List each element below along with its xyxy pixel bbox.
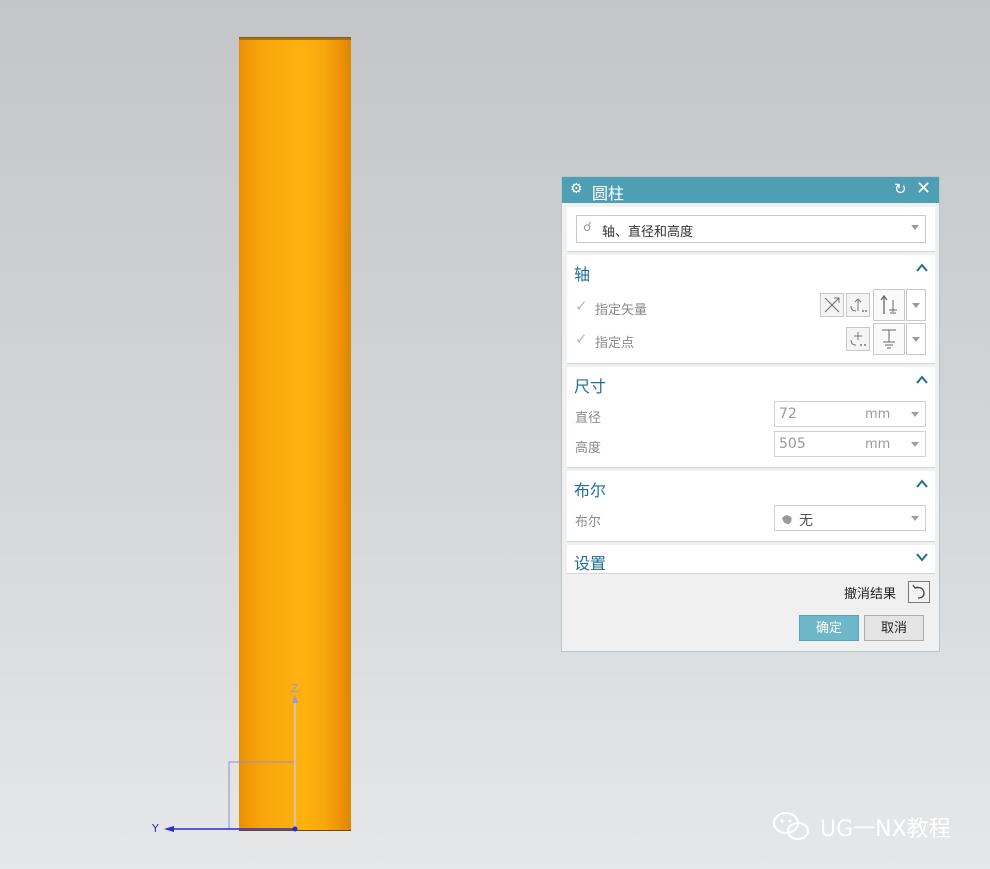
- origin-point: [292, 826, 298, 832]
- chevron-down-icon: [911, 225, 919, 230]
- gear-icon[interactable]: ⚙: [570, 181, 583, 197]
- point-options-dropdown[interactable]: [906, 323, 926, 355]
- type-section: ☌ 轴、直径和高度: [567, 207, 935, 252]
- z-axis-arrow: [292, 694, 298, 703]
- reverse-direction-icon: [880, 294, 897, 314]
- reset-icon[interactable]: ↻: [894, 180, 907, 198]
- point-constructor-icon: [850, 332, 866, 346]
- dialog-titlebar: ⚙ 圆柱 ↻ ✕: [562, 177, 939, 203]
- close-icon[interactable]: ✕: [916, 178, 931, 199]
- chevron-down-icon: [911, 516, 919, 521]
- diameter-unit: mm: [865, 407, 891, 422]
- specify-vector-label: 指定矢量: [595, 303, 648, 318]
- boolean-none-icon: [782, 515, 792, 525]
- height-unit: mm: [865, 437, 891, 452]
- diameter-field[interactable]: 72 mm: [774, 401, 926, 427]
- boolean-value: 无: [799, 513, 813, 529]
- vector-dialog-button[interactable]: [820, 293, 844, 317]
- undo-icon: [912, 584, 925, 599]
- dialog-title: 圆柱: [592, 184, 625, 203]
- undo-result-label: 撤消结果: [844, 587, 897, 602]
- height-value: 505: [779, 436, 806, 452]
- y-axis-label: Y: [152, 822, 159, 835]
- type-select[interactable]: ☌ 轴、直径和高度: [576, 215, 926, 243]
- z-axis-label: Z: [291, 682, 299, 695]
- axis-type-icon: ☌: [583, 220, 592, 235]
- specify-point-label: 指定点: [595, 336, 635, 351]
- vector-options-dropdown[interactable]: [906, 289, 926, 321]
- chevron-down-icon[interactable]: [911, 442, 919, 447]
- triad-frame: [228, 761, 296, 830]
- boolean-select[interactable]: 无: [774, 505, 926, 531]
- expand-chevron-icon[interactable]: [915, 550, 929, 564]
- cancel-button[interactable]: 取消: [864, 615, 924, 641]
- undo-result-button[interactable]: [908, 581, 930, 603]
- vector-direction-button[interactable]: [873, 289, 905, 321]
- boolean-section-header[interactable]: 布尔: [574, 477, 606, 501]
- point-dialog-button[interactable]: [846, 327, 870, 351]
- boolean-section: 布尔 布尔 无: [567, 471, 935, 542]
- height-field[interactable]: 505 mm: [774, 431, 926, 457]
- check-icon: ✓: [575, 297, 588, 315]
- chevron-down-icon: [912, 303, 920, 308]
- type-select-value: 轴、直径和高度: [602, 225, 694, 240]
- check-icon: ✓: [575, 330, 588, 348]
- settings-section-header[interactable]: 设置: [574, 550, 606, 574]
- diameter-value: 72: [779, 406, 797, 422]
- axis-section-header[interactable]: 轴: [574, 261, 590, 285]
- collapse-chevron-icon[interactable]: [915, 373, 929, 387]
- settings-section: 设置: [567, 545, 935, 574]
- wechat-icon: [773, 812, 809, 840]
- vector-constructor-icon: [824, 297, 840, 313]
- boolean-label: 布尔: [575, 515, 602, 530]
- chevron-down-icon: [912, 337, 920, 342]
- watermark-text: UG一NX教程: [820, 817, 951, 842]
- collapse-chevron-icon[interactable]: [915, 261, 929, 275]
- collapse-chevron-icon[interactable]: [915, 477, 929, 491]
- inferred-vector-icon: [850, 298, 867, 312]
- cylinder-dialog: ⚙ 圆柱 ↻ ✕ ☌ 轴、直径和高度 轴 ✓ 指定矢量 ✓ 指定点 尺寸 直径 …: [561, 176, 940, 652]
- ok-button[interactable]: 确定: [799, 615, 859, 641]
- inferred-vector-button[interactable]: [846, 293, 870, 317]
- y-axis-arrow: [164, 826, 174, 832]
- diameter-label: 直径: [575, 411, 602, 426]
- height-label: 高度: [575, 441, 602, 456]
- dimensions-section: 尺寸 直径 72 mm 高度 505 mm: [567, 367, 935, 468]
- chevron-down-icon[interactable]: [911, 412, 919, 417]
- point-type-button[interactable]: [873, 323, 905, 355]
- dimensions-section-header[interactable]: 尺寸: [574, 373, 606, 397]
- axis-section: 轴 ✓ 指定矢量 ✓ 指定点: [567, 255, 935, 364]
- point-inferred-icon: [882, 329, 896, 349]
